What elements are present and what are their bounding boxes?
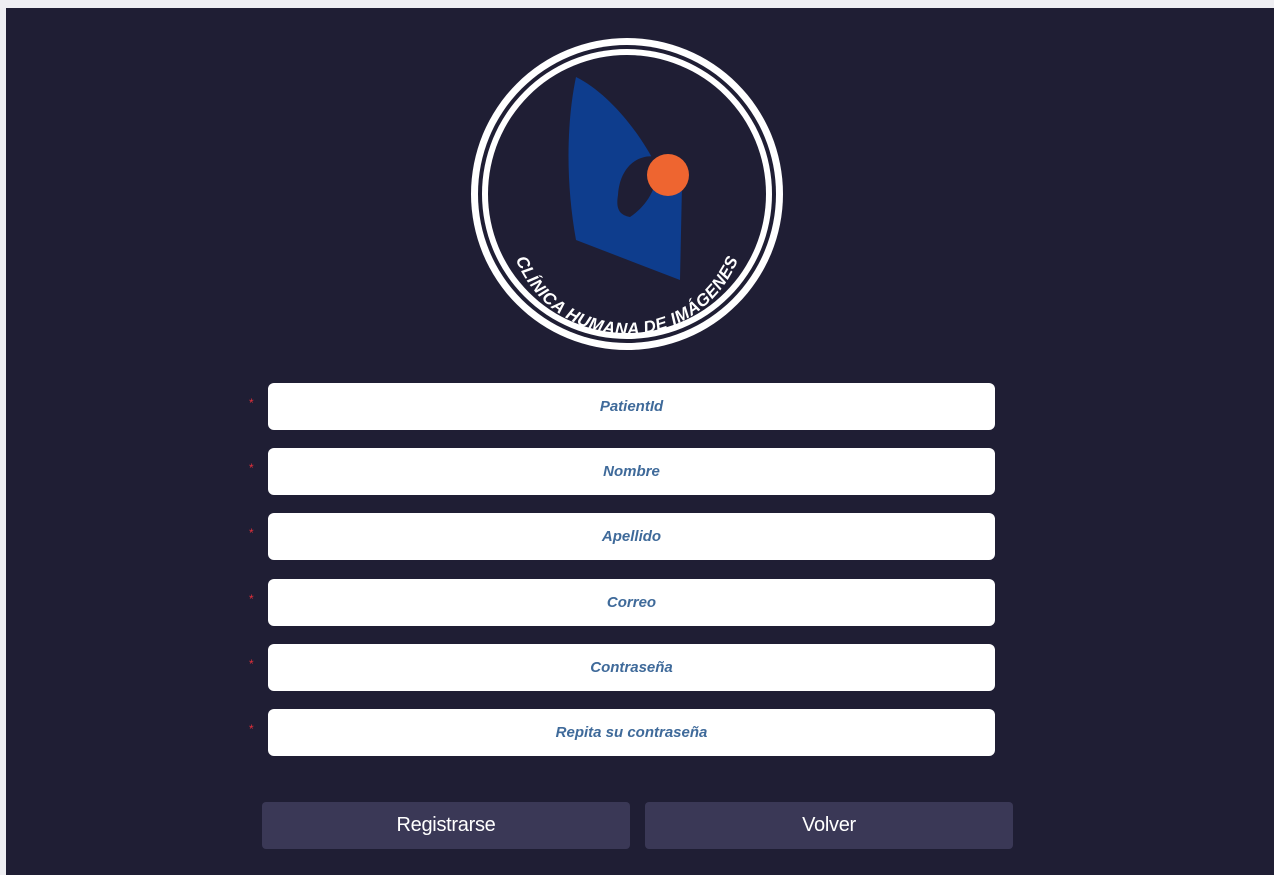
field-row-contrasena: *: [249, 644, 996, 692]
required-mark: *: [249, 396, 254, 410]
field-row-correo: *: [249, 579, 996, 627]
nombre-input[interactable]: [268, 448, 995, 495]
correo-input[interactable]: [268, 579, 995, 626]
required-mark: *: [249, 592, 254, 606]
field-row-apellido: *: [249, 513, 996, 561]
back-button[interactable]: Volver: [645, 802, 1013, 849]
register-button[interactable]: Registrarse: [262, 802, 630, 849]
repeat-password-input[interactable]: [268, 709, 995, 756]
password-input[interactable]: [268, 644, 995, 691]
required-mark: *: [249, 461, 254, 475]
required-mark: *: [249, 657, 254, 671]
required-mark: *: [249, 722, 254, 736]
field-row-nombre: *: [249, 448, 996, 496]
field-row-patient-id: *: [249, 383, 996, 431]
field-row-repeat-password: *: [249, 709, 996, 757]
clinic-logo: CLÍNICA HUMANA DE IMÁGENES: [468, 35, 786, 353]
patient-id-input[interactable]: [268, 383, 995, 430]
required-mark: *: [249, 526, 254, 540]
apellido-input[interactable]: [268, 513, 995, 560]
